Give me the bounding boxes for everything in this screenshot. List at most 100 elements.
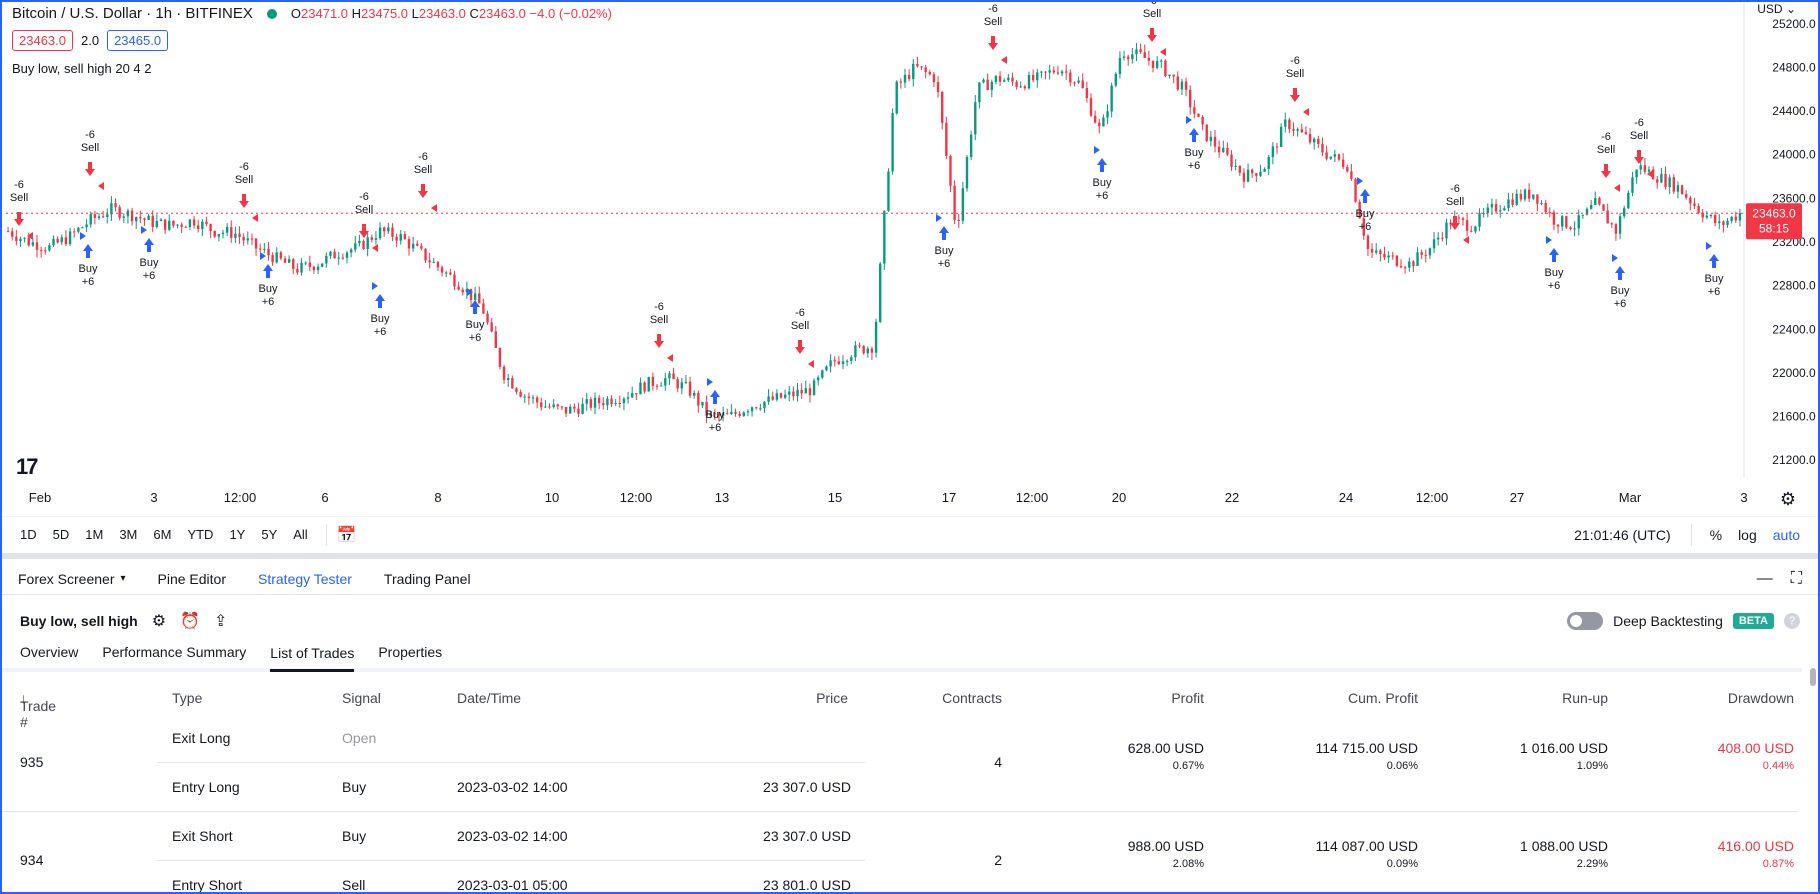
- candle-body: [279, 252, 283, 259]
- candle-body: [383, 227, 386, 232]
- range-button-1y[interactable]: 1Y: [221, 523, 253, 546]
- tab-properties[interactable]: Properties: [378, 644, 442, 668]
- buy-marker-icon: [1612, 254, 1618, 262]
- candle-body: [250, 238, 254, 240]
- buy-qty-label: +6: [1548, 280, 1561, 292]
- sell-arrow-icon: [1290, 88, 1300, 102]
- candle-body: [139, 217, 142, 219]
- log-scale-button[interactable]: log: [1730, 523, 1765, 547]
- buy-arrow-icon: [263, 264, 273, 278]
- tab-list-of-trades[interactable]: List of Trades: [270, 645, 355, 672]
- time-axis-label: 6: [321, 490, 329, 505]
- candle-body: [982, 79, 985, 83]
- time-axis-label: 3: [1740, 490, 1748, 505]
- candle-body: [349, 249, 353, 253]
- table-scrollbar[interactable]: [1810, 668, 1816, 686]
- sell-price-button[interactable]: 23463.0: [12, 30, 73, 51]
- candle-body: [519, 391, 522, 397]
- trade-number: 935: [20, 754, 44, 770]
- candle-body: [841, 361, 845, 365]
- candle-body: [515, 388, 518, 392]
- candle-body: [664, 378, 667, 386]
- price-axis-label: 24800.0: [1772, 60, 1816, 74]
- range-button-ytd[interactable]: YTD: [179, 523, 221, 546]
- buy-qty-label: +6: [1614, 298, 1627, 310]
- candle-body: [1734, 216, 1737, 221]
- candle-body: [916, 63, 919, 67]
- buy-label: Buy: [371, 313, 390, 325]
- tab-overview[interactable]: Overview: [20, 644, 78, 668]
- tradingview-logo-icon[interactable]: 17: [16, 454, 39, 480]
- candle-body: [887, 171, 890, 211]
- deep-backtesting-toggle[interactable]: [1567, 612, 1604, 630]
- candle-body: [808, 388, 812, 396]
- range-button-3m[interactable]: 3M: [111, 523, 145, 546]
- maximize-icon[interactable]: ⛶: [1791, 570, 1802, 588]
- chart-area[interactable]: 25200.0 24800.0 24400.0 24000.0 23600.0 23200…: [2, 2, 1818, 480]
- candle-body: [93, 214, 97, 218]
- range-button-6m[interactable]: 6M: [145, 523, 179, 546]
- help-icon[interactable]: ?: [1784, 613, 1800, 629]
- sell-qty-label: -6: [795, 307, 805, 319]
- candle-body: [928, 71, 931, 75]
- candle-body: [990, 81, 993, 91]
- range-button-1m[interactable]: 1M: [77, 523, 111, 546]
- table-row[interactable]: 934 Exit Short Buy 2023-03-02 14:00 23 3…: [2, 812, 1798, 892]
- currency-selector[interactable]: USD ⌄: [1757, 2, 1796, 16]
- col-trade-number[interactable]: Trade # ↓: [20, 690, 56, 730]
- price-chart[interactable]: 25200.024800.024400.024000.023600.023200…: [2, 2, 1818, 478]
- candle-body: [1585, 208, 1589, 215]
- panel-splitter[interactable]: [2, 553, 1818, 559]
- candle-body: [1346, 167, 1349, 172]
- goto-date-calendar-icon[interactable]: 📅: [337, 525, 357, 545]
- candle-body: [701, 401, 704, 406]
- candle-body: [263, 248, 266, 250]
- percent-scale-button[interactable]: %: [1702, 523, 1730, 547]
- sell-marker-icon: [372, 244, 378, 252]
- range-button-1d[interactable]: 1D: [12, 523, 45, 546]
- strategy-sub-tabs: Overview Performance Summary List of Tra…: [2, 640, 1802, 672]
- buy-price-button[interactable]: 23465.0: [107, 30, 169, 51]
- candle-body: [969, 134, 973, 158]
- candle-body: [44, 250, 47, 252]
- candle-body: [242, 237, 245, 241]
- candle-body: [618, 402, 621, 404]
- table-row[interactable]: 935 Exit Long Open Entry Long Buy 2023-0…: [2, 714, 1798, 812]
- range-button-all[interactable]: All: [285, 523, 315, 546]
- tab-forex-screener[interactable]: Forex Screener ▾: [2, 571, 142, 587]
- candle-body: [1610, 223, 1613, 225]
- candle-body: [275, 252, 278, 263]
- sell-arrow-icon: [239, 194, 249, 208]
- candle-body: [1536, 194, 1539, 204]
- indicator-legend[interactable]: Buy low, sell high 20 4 2: [12, 61, 151, 76]
- candle-body: [1098, 122, 1101, 127]
- candle-body: [1713, 215, 1717, 224]
- candle-body: [511, 378, 514, 389]
- export-icon[interactable]: ⇪: [214, 611, 227, 631]
- candle-body: [325, 255, 328, 264]
- tab-pine-editor[interactable]: Pine Editor: [142, 571, 242, 587]
- time-axis[interactable]: Feb 3 12:00 6 8 10 12:00 13 15 17 12:00 20 22 24 12:00…: [2, 490, 1752, 508]
- candle-body: [1594, 198, 1597, 206]
- settings-gear-icon[interactable]: ⚙: [152, 611, 166, 631]
- minimize-icon[interactable]: —: [1757, 570, 1773, 588]
- candle-body: [1056, 72, 1060, 74]
- candle-body: [304, 262, 307, 264]
- candle-body: [23, 237, 26, 239]
- sell-qty-label: -6: [1290, 55, 1300, 67]
- tab-performance-summary[interactable]: Performance Summary: [102, 644, 246, 668]
- symbol-title[interactable]: Bitcoin / U.S. Dollar · 1h · BITFINEX: [12, 5, 253, 22]
- chart-settings-gear-icon[interactable]: ⚙: [1780, 489, 1796, 510]
- candle-body: [523, 396, 526, 398]
- range-button-5y[interactable]: 5Y: [253, 523, 285, 546]
- range-button-5d[interactable]: 5D: [45, 523, 78, 546]
- alarm-clock-icon[interactable]: ⏰: [180, 611, 200, 631]
- candle-body: [180, 224, 183, 227]
- tab-trading-panel[interactable]: Trading Panel: [368, 571, 487, 587]
- candle-body: [399, 234, 402, 241]
- candle-body: [312, 266, 316, 271]
- tab-strategy-tester[interactable]: Strategy Tester: [242, 571, 368, 587]
- candle-body: [101, 216, 105, 218]
- utc-clock[interactable]: 21:01:46 (UTC): [1574, 527, 1670, 543]
- auto-scale-button[interactable]: auto: [1765, 523, 1808, 547]
